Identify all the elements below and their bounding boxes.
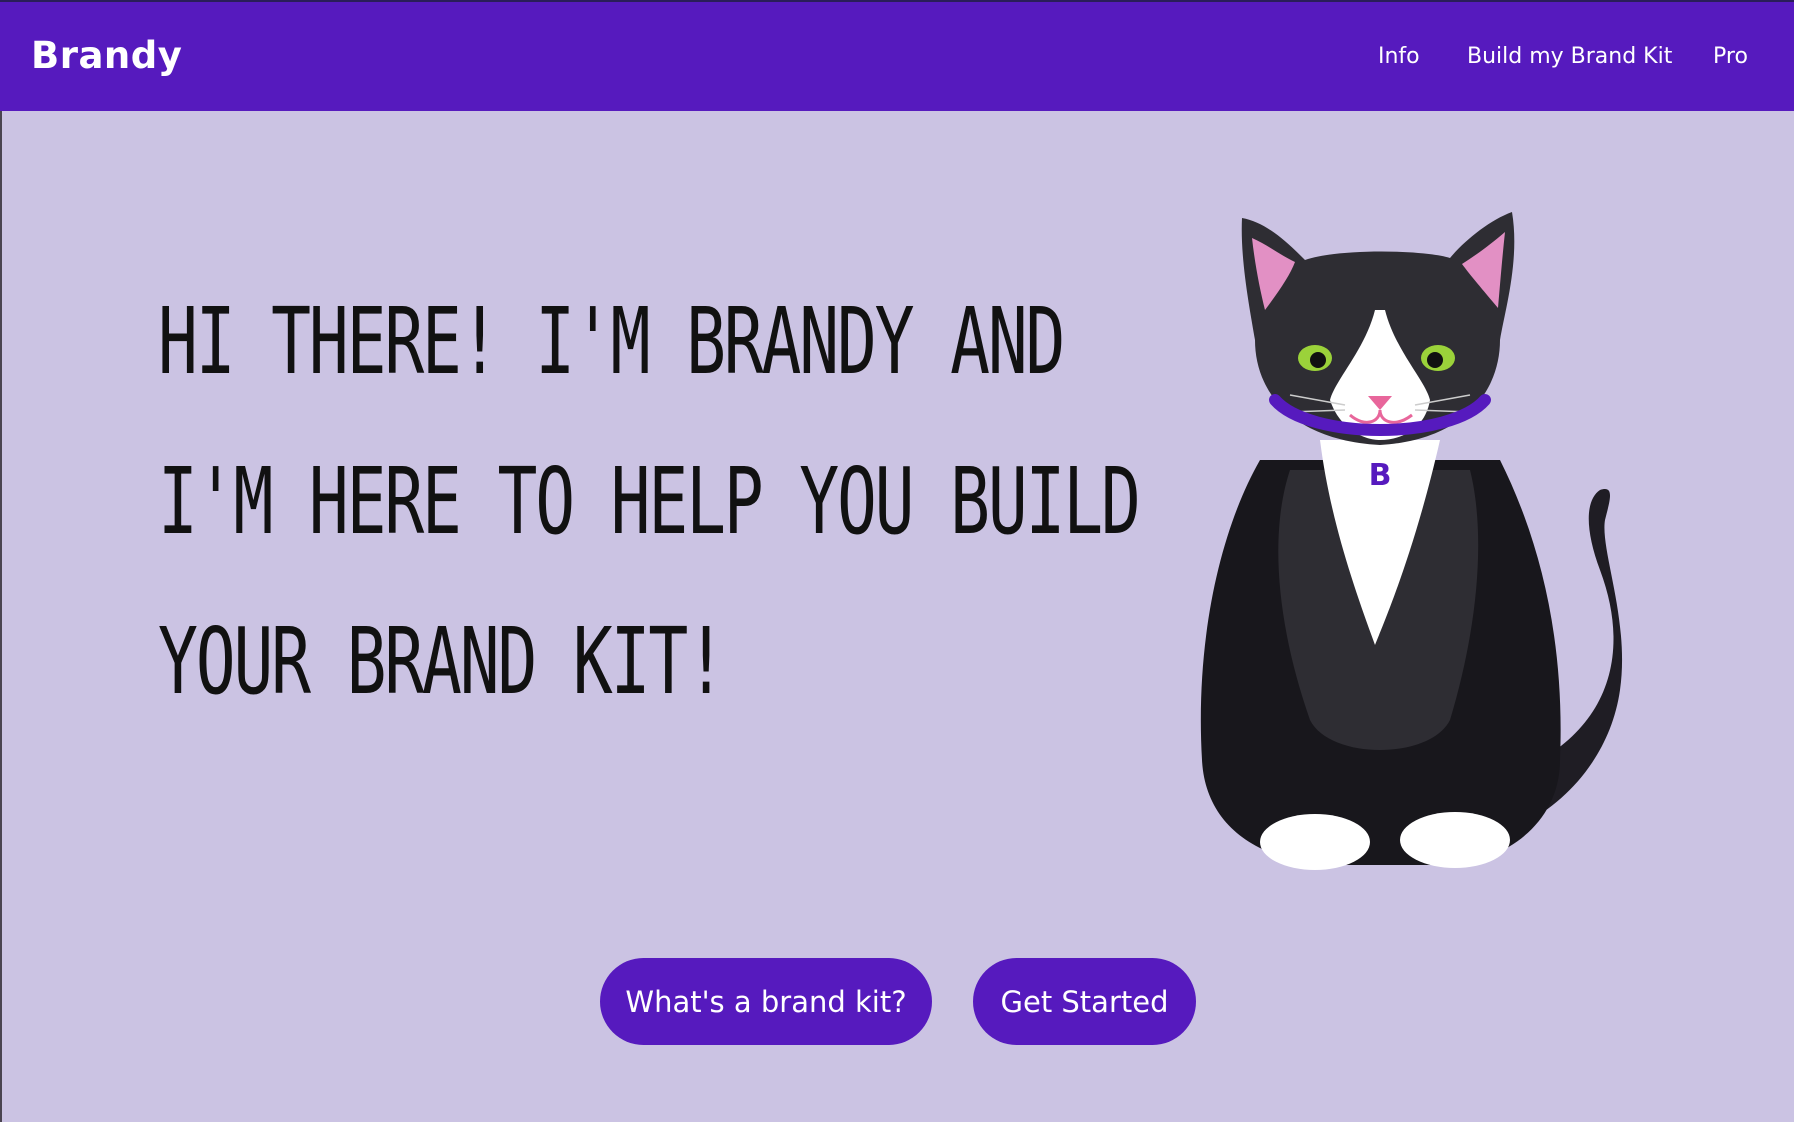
brand-logo[interactable]: Brandy — [31, 34, 182, 77]
hero-headline: HI THERE! I'M BRANDY AND I'M HERE TO HEL… — [158, 262, 1141, 742]
nav-link-pro[interactable]: Pro — [1713, 44, 1748, 69]
nav-link-info[interactable]: Info — [1378, 44, 1420, 69]
headline-line-1: HI THERE! I'M BRANDY AND — [158, 288, 1065, 395]
brandy-cat-illustration: B — [1180, 200, 1640, 890]
cat-icon: B — [1200, 212, 1623, 870]
page-edge — [0, 0, 2, 1122]
top-navbar: Brandy Info Build my Brand Kit Pro — [0, 0, 1794, 111]
whats-a-brand-kit-button[interactable]: What's a brand kit? — [600, 958, 932, 1045]
get-started-button[interactable]: Get Started — [973, 958, 1196, 1045]
nav-link-build-brand-kit[interactable]: Build my Brand Kit — [1467, 44, 1672, 69]
collar-tag-letter: B — [1369, 458, 1392, 493]
headline-line-3: YOUR BRAND KIT! — [158, 608, 726, 715]
headline-line-2: I'M HERE TO HELP YOU BUILD — [158, 448, 1141, 555]
